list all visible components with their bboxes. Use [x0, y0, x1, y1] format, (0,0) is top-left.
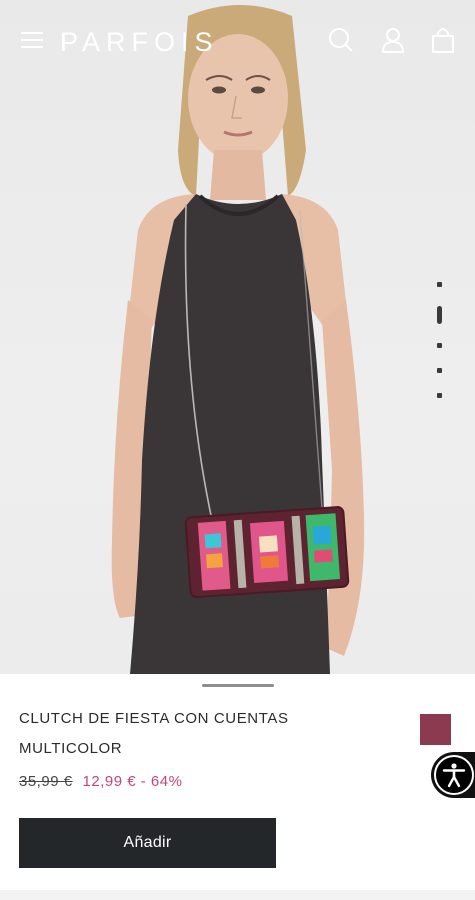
product-info-panel: CLUTCH DE FIESTA CON CUENTAS MULTICOLOR … [0, 674, 475, 890]
bottom-bar [0, 890, 475, 900]
gallery-dot[interactable] [437, 393, 442, 398]
accessibility-button[interactable] [431, 752, 475, 798]
user-icon[interactable] [377, 24, 409, 56]
shopping-bag-icon[interactable] [427, 24, 459, 56]
add-to-cart-button[interactable]: Añadir [19, 818, 276, 868]
sale-price: 12,99 € - 64% [82, 773, 183, 790]
gallery-dot[interactable] [437, 368, 442, 373]
original-price: 35,99 € [19, 773, 73, 790]
product-photo [111, 5, 365, 674]
gallery-dot-active[interactable] [437, 306, 442, 324]
product-image-gallery[interactable]: PARFOIS [0, 0, 475, 674]
hamburger-menu-icon[interactable] [18, 26, 46, 54]
gallery-pagination [432, 278, 448, 408]
header-bar: PARFOIS [0, 0, 475, 80]
search-icon[interactable] [325, 24, 357, 56]
parfois-logo[interactable]: PARFOIS [60, 26, 235, 56]
accessibility-icon [434, 755, 474, 795]
drag-handle[interactable] [202, 684, 274, 687]
price-block: 35,99 € 12,99 € - 64% [19, 772, 182, 792]
product-title: CLUTCH DE FIESTA CON CUENTAS MULTICOLOR [19, 710, 289, 757]
color-swatch[interactable] [420, 714, 451, 745]
gallery-dot[interactable] [437, 343, 442, 348]
gallery-dot[interactable] [437, 282, 442, 287]
svg-text:PARFOIS: PARFOIS [60, 27, 219, 56]
